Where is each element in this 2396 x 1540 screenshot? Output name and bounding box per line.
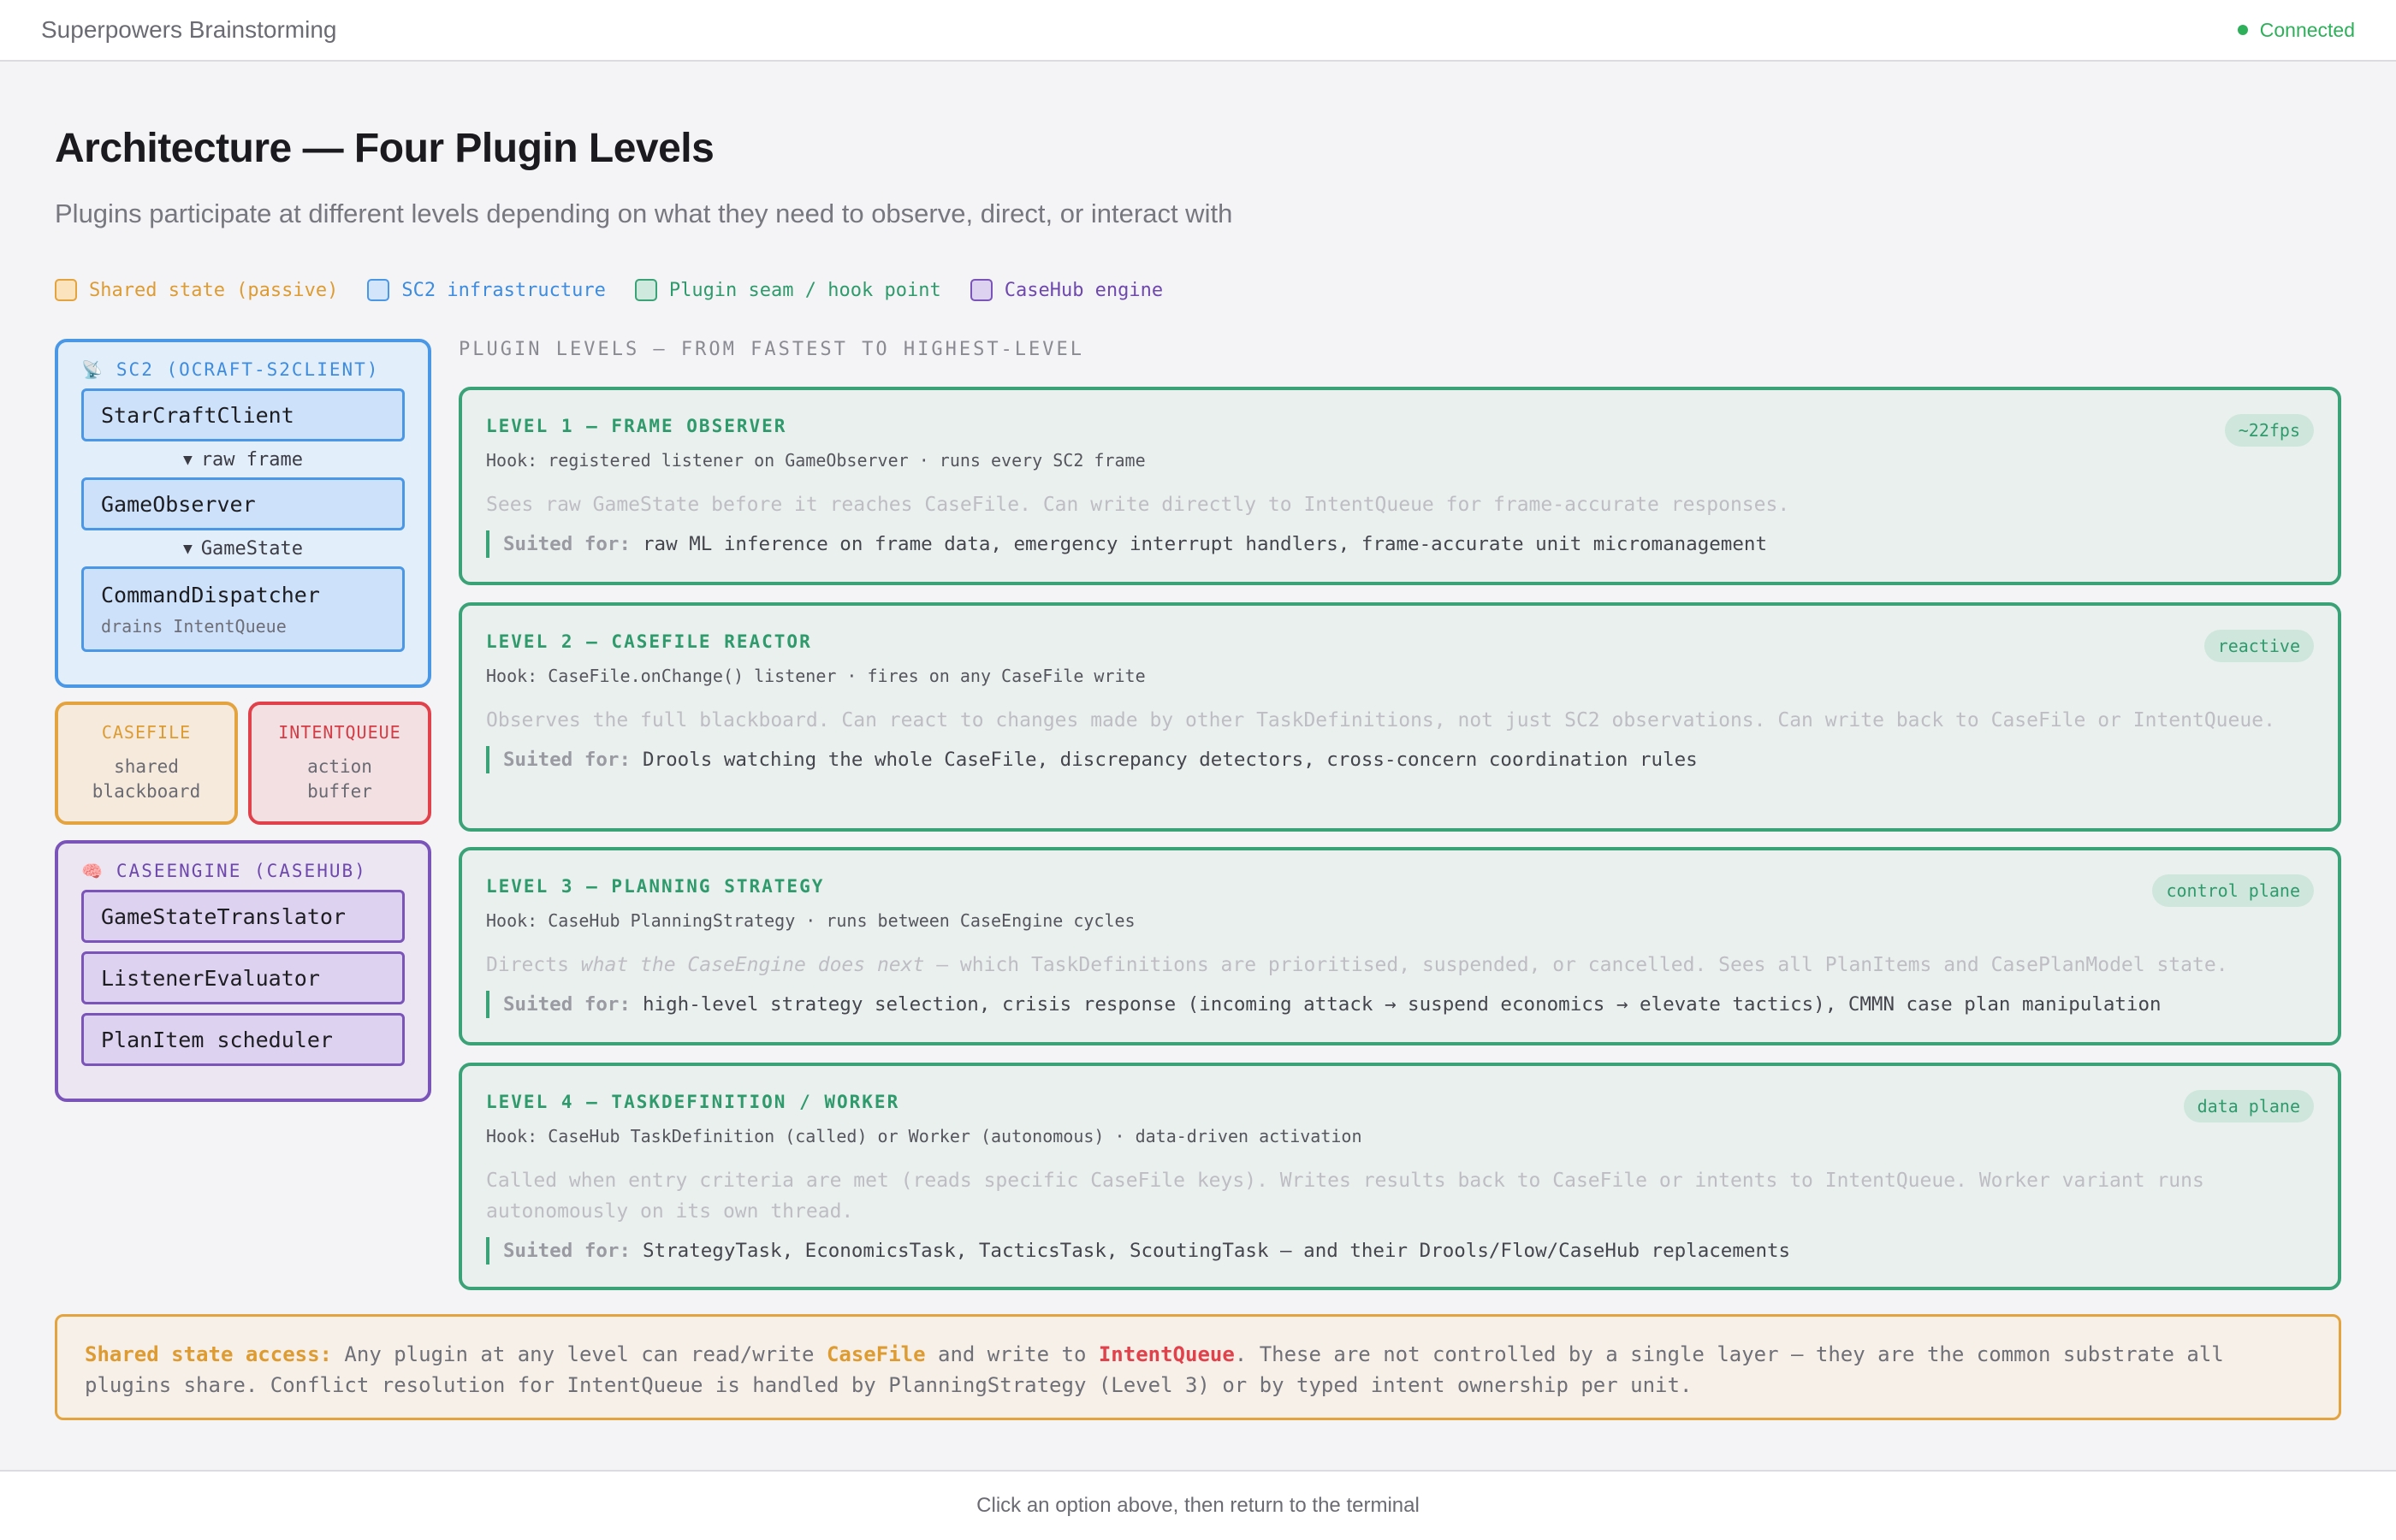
shared-state-note: Shared state access: Any plugin at any l… [55, 1314, 2341, 1420]
legend-item-shared-state: Shared state (passive) [55, 279, 338, 301]
footer: Click an option above, then return to th… [0, 1470, 2396, 1540]
intentqueue-box: INTENTQUEUE action buffer [248, 702, 431, 825]
note-casefile: CaseFile [826, 1342, 926, 1366]
node-listener-evaluator: ListenerEvaluator [81, 951, 405, 1004]
legend-label: SC2 infrastructure [401, 279, 606, 301]
level-description: Called when entry criteria are met (read… [486, 1170, 2204, 1223]
node-command-dispatcher: CommandDispatcher drains IntentQueue [81, 566, 405, 652]
note-text: and write to [925, 1342, 1099, 1366]
intentqueue-line2: buffer [307, 781, 372, 802]
flow-arrow-gamestate: ▼ GameState [81, 530, 405, 566]
level-hook: Hook: registered listener on GameObserve… [486, 450, 1146, 471]
node-label: StarCraftClient [101, 402, 294, 428]
level-hook: Hook: CaseFile.onChange() listener · fir… [486, 666, 1146, 686]
casefile-line2: blackboard [92, 781, 201, 802]
level-suited-for: Suited for: Drools watching the whole Ca… [486, 746, 2314, 773]
suited-for-text: raw ML inference on frame data, emergenc… [643, 533, 1767, 555]
plugin-levels-heading: PLUGIN LEVELS — FROM FASTEST TO HIGHEST-… [459, 339, 1085, 360]
desc-post: — which TaskDefinitions are prioritised,… [924, 954, 2228, 976]
flow-arrow-raw-frame: ▼ raw frame [81, 441, 405, 477]
level-card-3[interactable]: LEVEL 3 — PLANNING STRATEGY control plan… [459, 847, 2341, 1045]
level-badge: data plane [2183, 1090, 2314, 1122]
caseengine-panel: 🧠 CASEENGINE (CASEHUB) GameStateTranslat… [55, 840, 431, 1102]
legend-label: Plugin seam / hook point [668, 279, 941, 301]
arrow-down-icon: ▼ [182, 539, 193, 558]
suited-for-label: Suited for: [503, 749, 632, 771]
connection-status: Connected [2237, 18, 2355, 42]
node-label: PlanItem scheduler [101, 1027, 333, 1052]
top-bar: Superpowers Brainstorming Connected [0, 0, 2396, 62]
legend-swatch-shared [55, 279, 77, 301]
node-label: CommandDispatcher [101, 582, 320, 607]
legend-item-plugin-seam: Plugin seam / hook point [634, 279, 941, 301]
legend-label: Shared state (passive) [89, 279, 339, 301]
node-label: GameStateTranslator [101, 903, 346, 929]
level-description: Sees raw GameState before it reaches Cas… [486, 494, 1790, 516]
node-gamestate-translator: GameStateTranslator [81, 890, 405, 943]
node-game-observer: GameObserver [81, 477, 405, 530]
footer-hint: Click an option above, then return to th… [976, 1494, 1420, 1517]
suited-for-text: StrategyTask, EconomicsTask, TacticsTask… [643, 1240, 1791, 1262]
intentqueue-title: INTENTQUEUE [278, 722, 401, 743]
suited-for-label: Suited for: [503, 1240, 632, 1262]
page-title: Architecture — Four Plugin Levels [55, 126, 715, 171]
level-card-4[interactable]: LEVEL 4 — TASKDEFINITION / WORKER data p… [459, 1063, 2341, 1290]
desc-emphasis: what the CaseEngine does next [580, 954, 925, 976]
level-badge: reactive [2203, 630, 2314, 662]
note-text: Any plugin at any level can read/write [331, 1342, 827, 1366]
level-title: LEVEL 2 — CASEFILE REACTOR [486, 631, 812, 652]
satellite-dish-icon: 📡 [81, 359, 103, 380]
suited-for-text: high-level strategy selection, crisis re… [643, 993, 2162, 1016]
casefile-title: CASEFILE [101, 722, 192, 743]
node-label: GameObserver [101, 491, 256, 517]
node-label: ListenerEvaluator [101, 965, 320, 991]
level-hook: Hook: CaseHub PlanningStrategy · runs be… [486, 910, 1136, 931]
level-title: LEVEL 1 — FRAME OBSERVER [486, 416, 787, 436]
note-key: Shared state access: [85, 1342, 332, 1366]
legend-item-casehub: CaseHub engine [970, 279, 1163, 301]
note-intentqueue: IntentQueue [1098, 1342, 1235, 1366]
casefile-line1: shared [114, 756, 179, 777]
arrow-label: GameState [200, 537, 304, 560]
legend-item-sc2: SC2 infrastructure [367, 279, 606, 301]
legend-swatch-plugin [634, 279, 657, 301]
status-text: Connected [2259, 18, 2355, 41]
intentqueue-line1: action [307, 756, 372, 777]
node-sublabel: drains IntentQueue [101, 615, 287, 637]
page-subtitle: Plugins participate at different levels … [55, 198, 1233, 228]
arrow-label: raw frame [200, 448, 304, 471]
app-title: Superpowers Brainstorming [41, 16, 337, 43]
level-badge: control plane [2152, 874, 2314, 907]
level-title: LEVEL 3 — PLANNING STRATEGY [486, 876, 825, 897]
legend-swatch-sc2 [367, 279, 390, 301]
brain-icon: 🧠 [81, 861, 103, 881]
arrow-down-icon: ▼ [182, 450, 193, 469]
level-suited-for: Suited for: StrategyTask, EconomicsTask,… [486, 1237, 2314, 1265]
status-dot-icon [2237, 25, 2248, 35]
level-description: Observes the full blackboard. Can react … [486, 709, 2275, 732]
sc2-panel: 📡 SC2 (OCRAFT-S2CLIENT) StarCraftClient … [55, 339, 431, 688]
caseengine-panel-title: CASEENGINE (CASEHUB) [116, 861, 367, 881]
level-suited-for: Suited for: raw ML inference on frame da… [486, 530, 2314, 558]
level-card-2[interactable]: LEVEL 2 — CASEFILE REACTOR reactive Hook… [459, 602, 2341, 832]
suited-for-label: Suited for: [503, 993, 632, 1016]
sc2-panel-title: SC2 (OCRAFT-S2CLIENT) [116, 359, 380, 380]
level-description: Directs what the CaseEngine does next — … [486, 950, 2314, 980]
suited-for-label: Suited for: [503, 533, 632, 555]
legend-label: CaseHub engine [1004, 279, 1164, 301]
sc2-panel-header: 📡 SC2 (OCRAFT-S2CLIENT) [81, 342, 405, 388]
node-starcraft-client: StarCraftClient [81, 388, 405, 441]
level-badge: ~22fps [2224, 414, 2314, 447]
casefile-box: CASEFILE shared blackboard [55, 702, 238, 825]
legend: Shared state (passive) SC2 infrastructur… [55, 275, 1192, 305]
level-suited-for: Suited for: high-level strategy selectio… [486, 991, 2314, 1018]
node-planitem-scheduler: PlanItem scheduler [81, 1013, 405, 1066]
level-card-1[interactable]: LEVEL 1 — FRAME OBSERVER ~22fps Hook: re… [459, 387, 2341, 585]
legend-swatch-casehub [970, 279, 993, 301]
caseengine-panel-header: 🧠 CASEENGINE (CASEHUB) [81, 844, 405, 890]
suited-for-text: Drools watching the whole CaseFile, disc… [643, 749, 1698, 771]
level-title: LEVEL 4 — TASKDEFINITION / WORKER [486, 1092, 900, 1112]
desc-pre: Directs [486, 954, 581, 976]
level-hook: Hook: CaseHub TaskDefinition (called) or… [486, 1126, 1362, 1146]
